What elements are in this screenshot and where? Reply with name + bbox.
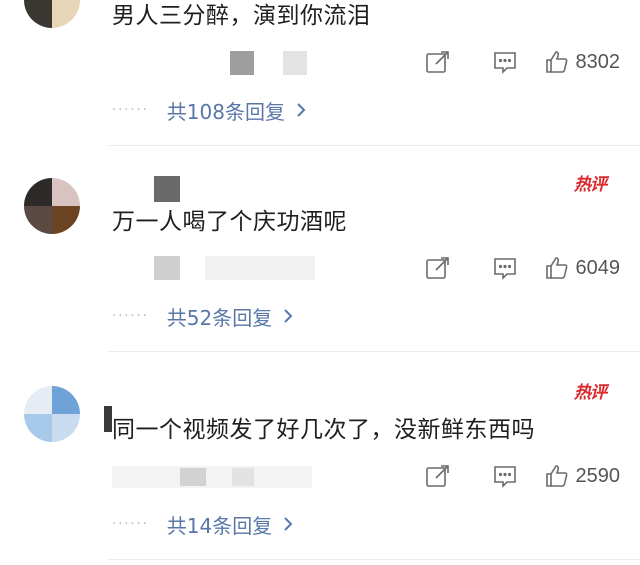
- comment-item: 热评 同一个视频发了好几次了，没新鲜东西吗 2590 ······ 共14条回复: [0, 356, 640, 562]
- view-replies-link[interactable]: ······ 共108条回复: [112, 94, 307, 126]
- comment-actions: 2590: [394, 456, 621, 496]
- avatar[interactable]: [24, 386, 80, 442]
- share-icon: [425, 257, 449, 279]
- chevron-right-icon: [282, 516, 294, 532]
- comment-item: 热评 万一人喝了个庆功酒呢 6049 ······ 共52条回复: [0, 148, 640, 354]
- avatar[interactable]: [24, 0, 80, 28]
- view-replies-link[interactable]: ······ 共14条回复: [112, 508, 294, 540]
- redacted-username: [230, 51, 254, 75]
- comment-button[interactable]: [480, 456, 530, 496]
- redacted-username: [104, 406, 112, 432]
- chevron-right-icon: [282, 308, 294, 324]
- avatar-pixel: [24, 178, 52, 206]
- avatar-pixel: [24, 0, 52, 28]
- avatar-pixel: [52, 386, 80, 414]
- avatar-pixel: [52, 178, 80, 206]
- like-button[interactable]: 6049: [544, 248, 621, 288]
- comment-text: 男人三分醉，演到你流泪: [112, 3, 371, 29]
- like-count: 2590: [575, 464, 621, 487]
- thumbs-up-icon: [545, 51, 567, 73]
- comment-divider: [108, 145, 640, 146]
- share-icon: [425, 465, 449, 487]
- share-icon: [425, 51, 449, 73]
- chevron-right-icon: [295, 102, 307, 118]
- avatar-pixel: [24, 414, 52, 442]
- share-button[interactable]: [412, 42, 462, 82]
- comment-text: 同一个视频发了好几次了，没新鲜东西吗: [112, 417, 535, 443]
- replies-count: 共52条回复: [166, 305, 273, 330]
- hot-comment-badge: 热评: [574, 175, 607, 195]
- share-button[interactable]: [412, 248, 462, 288]
- comment-icon: [493, 466, 516, 488]
- divider-dots: ······: [112, 516, 149, 532]
- like-count: 8302: [575, 50, 621, 73]
- comment-divider: [108, 559, 640, 560]
- comment-icon: [493, 258, 516, 280]
- comment-text: 万一人喝了个庆功酒呢: [112, 209, 347, 235]
- comment-button[interactable]: [480, 42, 530, 82]
- redacted-username: [283, 51, 307, 75]
- divider-dots: ······: [112, 308, 149, 324]
- replies-count: 共108条回复: [166, 99, 285, 124]
- thumbs-up-icon: [545, 465, 567, 487]
- comment-actions: 8302: [394, 42, 621, 82]
- avatar-pixel: [52, 206, 80, 234]
- thumbs-up-icon: [545, 257, 567, 279]
- avatar-pixel: [52, 0, 80, 28]
- hot-comment-badge: 热评: [574, 383, 607, 403]
- divider-dots: ······: [112, 102, 149, 118]
- view-replies-link[interactable]: ······ 共52条回复: [112, 300, 294, 332]
- avatar-pixel: [24, 386, 52, 414]
- like-count: 6049: [575, 256, 621, 279]
- redacted-username: [154, 176, 180, 202]
- replies-count: 共14条回复: [166, 513, 273, 538]
- redacted-meta: [112, 466, 312, 488]
- comment-actions: 6049: [394, 248, 621, 288]
- comment-item: 男人三分醉，演到你流泪 8302 ······ 共108条回复: [0, 0, 640, 148]
- like-button[interactable]: 2590: [544, 456, 621, 496]
- like-button[interactable]: 8302: [544, 42, 621, 82]
- comment-icon: [493, 52, 516, 74]
- avatar[interactable]: [24, 178, 80, 234]
- redacted-meta: [180, 468, 206, 486]
- redacted-meta: [205, 256, 315, 280]
- avatar-pixel: [24, 206, 52, 234]
- avatar-pixel: [52, 414, 80, 442]
- redacted-meta: [154, 256, 180, 280]
- redacted-meta: [232, 468, 254, 486]
- share-button[interactable]: [412, 456, 462, 496]
- comment-divider: [108, 351, 640, 352]
- comment-button[interactable]: [480, 248, 530, 288]
